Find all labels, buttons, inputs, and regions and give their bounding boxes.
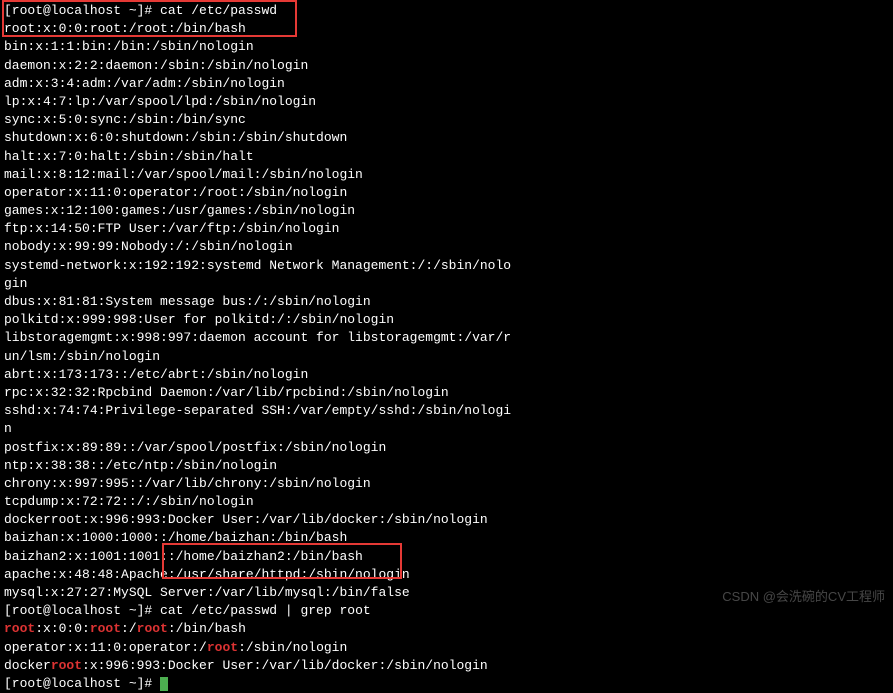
output-line: abrt:x:173:173::/etc/abrt:/sbin/nologin bbox=[4, 366, 889, 384]
output-line: chrony:x:997:995::/var/lib/chrony:/sbin/… bbox=[4, 475, 889, 493]
command-text: cat /etc/passwd bbox=[152, 3, 277, 18]
output-line: apache:x:48:48:Apache:/usr/share/httpd:/… bbox=[4, 566, 889, 584]
output-line: postfix:x:89:89::/var/spool/postfix:/sbi… bbox=[4, 439, 889, 457]
output-line: gin bbox=[4, 275, 889, 293]
grep-result-line: root:x:0:0:root:/root:/bin/bash bbox=[4, 620, 889, 638]
output-line: ntp:x:38:38::/etc/ntp:/sbin/nologin bbox=[4, 457, 889, 475]
command-text: cat /etc/passwd | grep root bbox=[152, 603, 370, 618]
output-line: tcpdump:x:72:72::/:/sbin/nologin bbox=[4, 493, 889, 511]
output-line: baizhan2:x:1001:1001::/home/baizhan2:/bi… bbox=[4, 548, 889, 566]
grep-result-line: operator:x:11:0:operator:/root:/sbin/nol… bbox=[4, 639, 889, 657]
output-line: ftp:x:14:50:FTP User:/var/ftp:/sbin/nolo… bbox=[4, 220, 889, 238]
output-line: bin:x:1:1:bin:/bin:/sbin/nologin bbox=[4, 38, 889, 56]
grep-output: root:x:0:0:root:/root:/bin/bashoperator:… bbox=[4, 620, 889, 675]
output-line: sshd:x:74:74:Privilege-separated SSH:/va… bbox=[4, 402, 889, 420]
output-line: dockerroot:x:996:993:Docker User:/var/li… bbox=[4, 511, 889, 529]
prompt-text: [root@localhost ~]# bbox=[4, 676, 160, 691]
output-line: games:x:12:100:games:/usr/games:/sbin/no… bbox=[4, 202, 889, 220]
output-line: mail:x:8:12:mail:/var/spool/mail:/sbin/n… bbox=[4, 166, 889, 184]
output-line: sync:x:5:0:sync:/sbin:/bin/sync bbox=[4, 111, 889, 129]
prompt-line-1[interactable]: [root@localhost ~]# cat /etc/passwd bbox=[4, 2, 889, 20]
output-line: dbus:x:81:81:System message bus:/:/sbin/… bbox=[4, 293, 889, 311]
output-line: shutdown:x:6:0:shutdown:/sbin:/sbin/shut… bbox=[4, 129, 889, 147]
prompt-text: [root@localhost ~]# bbox=[4, 603, 152, 618]
grep-result-line: dockerroot:x:996:993:Docker User:/var/li… bbox=[4, 657, 889, 675]
passwd-output: bin:x:1:1:bin:/bin:/sbin/nologindaemon:x… bbox=[4, 38, 889, 584]
output-line: baizhan:x:1000:1000::/home/baizhan:/bin/… bbox=[4, 529, 889, 547]
output-line: systemd-network:x:192:192:systemd Networ… bbox=[4, 257, 889, 275]
output-line: rpc:x:32:32:Rpcbind Daemon:/var/lib/rpcb… bbox=[4, 384, 889, 402]
output-line: nobody:x:99:99:Nobody:/:/sbin/nologin bbox=[4, 238, 889, 256]
prompt-line-3[interactable]: [root@localhost ~]# bbox=[4, 675, 889, 693]
output-line: daemon:x:2:2:daemon:/sbin:/sbin/nologin bbox=[4, 57, 889, 75]
output-line: adm:x:3:4:adm:/var/adm:/sbin/nologin bbox=[4, 75, 889, 93]
output-line: un/lsm:/sbin/nologin bbox=[4, 348, 889, 366]
watermark-text: CSDN @会洗碗的CV工程师 bbox=[722, 588, 885, 606]
prompt-text: [root@localhost ~]# bbox=[4, 3, 152, 18]
output-line: halt:x:7:0:halt:/sbin:/sbin/halt bbox=[4, 148, 889, 166]
output-line: polkitd:x:999:998:User for polkitd:/:/sb… bbox=[4, 311, 889, 329]
output-line: operator:x:11:0:operator:/root:/sbin/nol… bbox=[4, 184, 889, 202]
output-line: n bbox=[4, 420, 889, 438]
cursor-icon bbox=[160, 677, 168, 691]
output-line: lp:x:4:7:lp:/var/spool/lpd:/sbin/nologin bbox=[4, 93, 889, 111]
output-line: libstoragemgmt:x:998:997:daemon account … bbox=[4, 329, 889, 347]
output-line: root:x:0:0:root:/root:/bin/bash bbox=[4, 20, 889, 38]
